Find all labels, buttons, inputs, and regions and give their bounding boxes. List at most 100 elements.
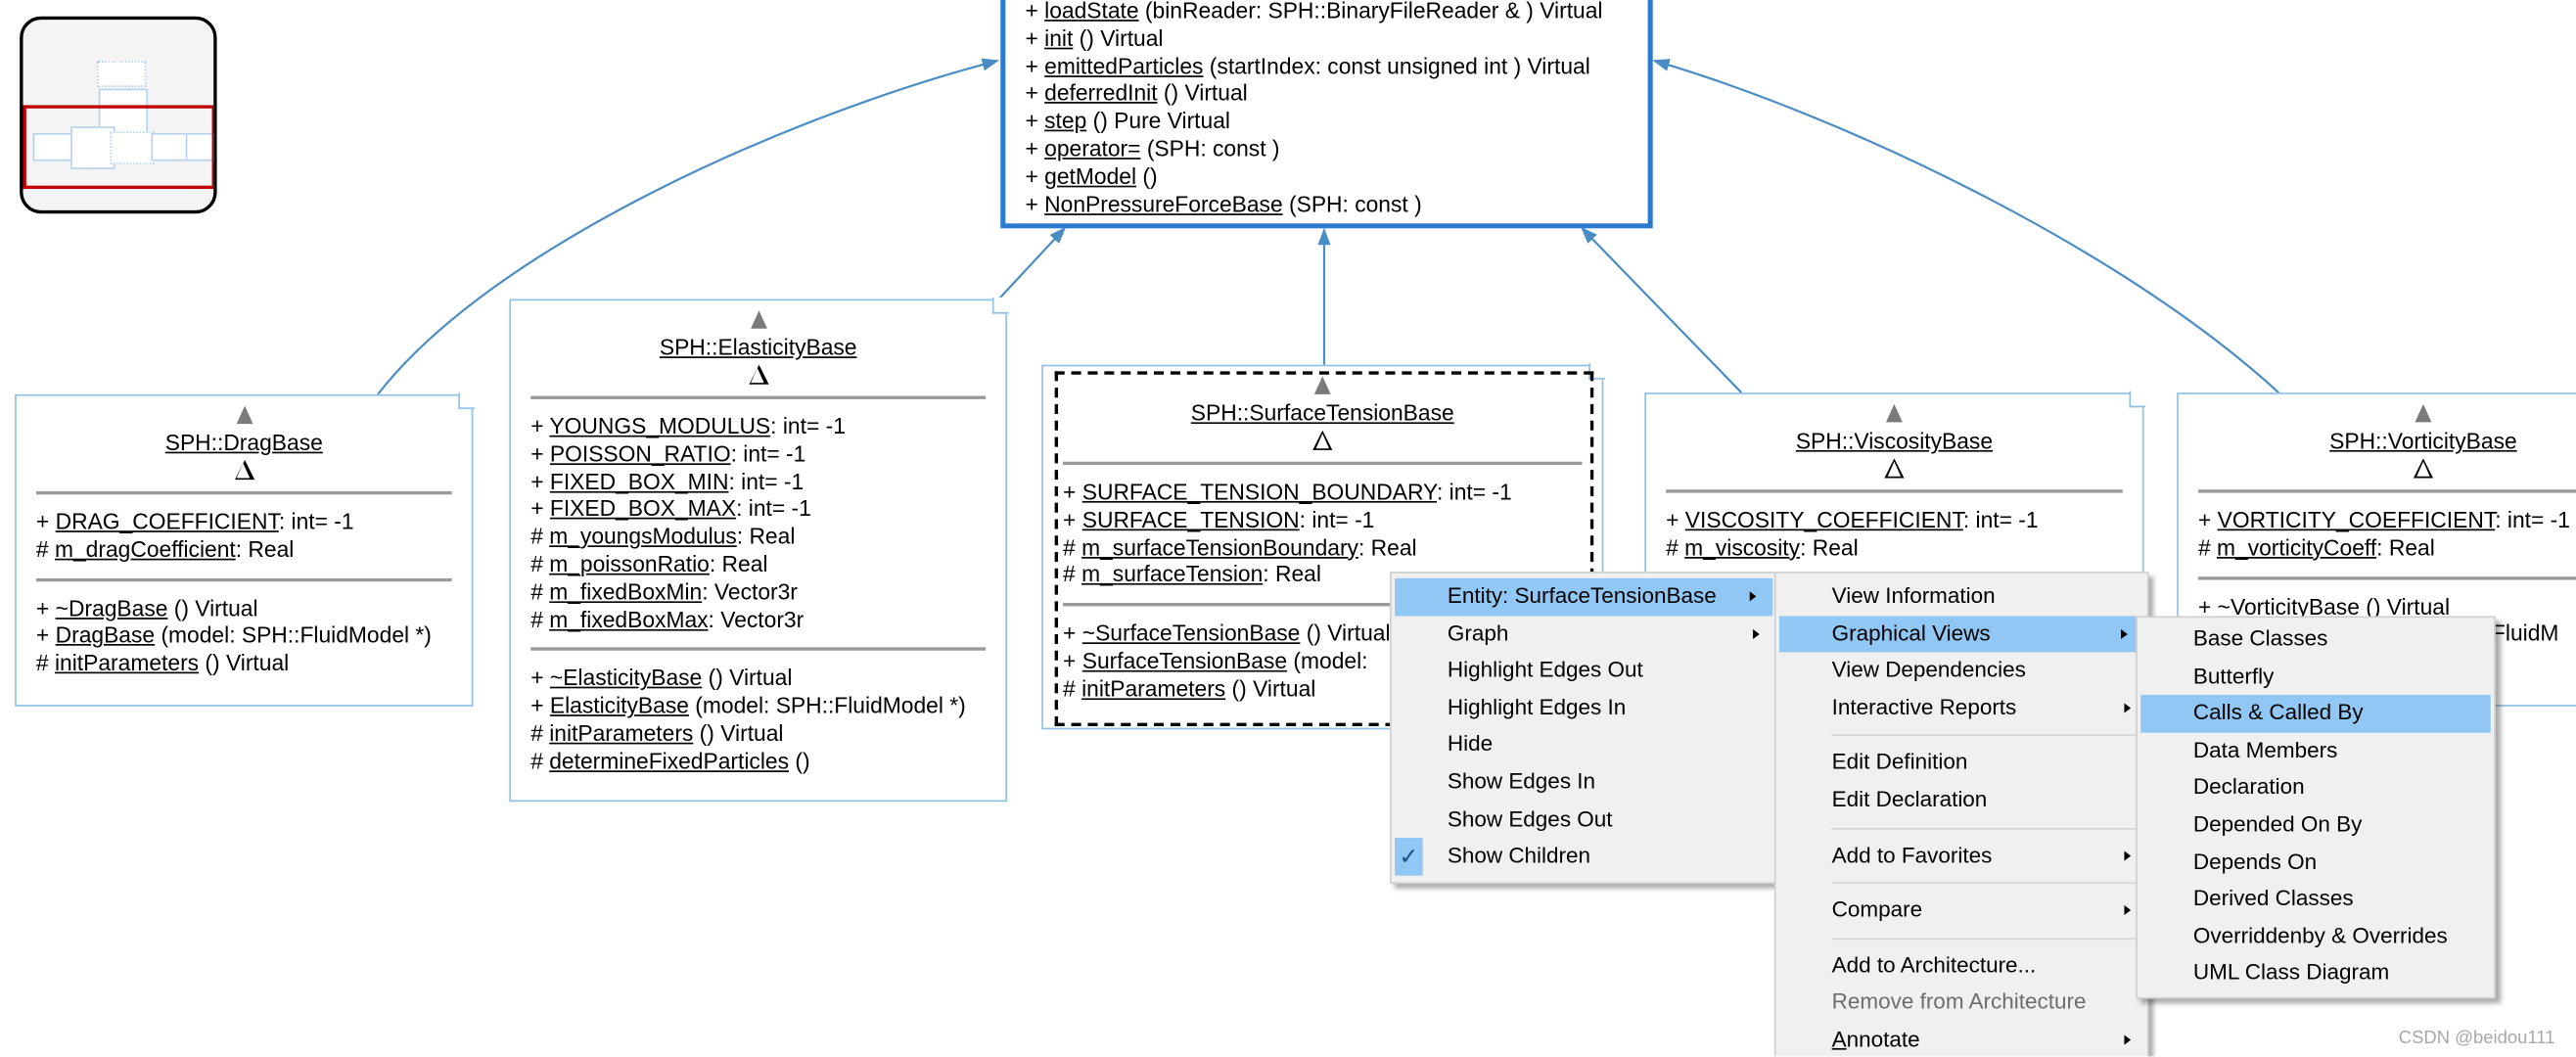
member-line[interactable]: + deferredInit () Virtual (1025, 81, 1628, 109)
member-line[interactable]: + FIXED_BOX_MAX: int= -1 (530, 497, 986, 525)
menu-item-butterfly[interactable]: Butterfly (2138, 658, 2494, 695)
visibility: + (1025, 80, 1038, 107)
menu-item-highlight-edges-out[interactable]: Highlight Edges Out (1392, 653, 1776, 690)
member-signature: () Virtual (1073, 25, 1164, 51)
menu-item-label: View Information (1831, 582, 1996, 609)
menu-item-depends-on[interactable]: Depends On (2138, 844, 2494, 881)
member-line[interactable]: + init () Virtual (1025, 26, 1628, 54)
member-line[interactable]: + ElasticityBase (model: SPH::FluidModel… (530, 694, 986, 721)
member-signature: () Pure Virtual (1086, 109, 1230, 134)
class-title[interactable]: SPH::DragBase (17, 429, 472, 458)
menu-item-annotate[interactable]: Annotate (1776, 1022, 2147, 1056)
menu-item-graphical-views[interactable]: Graphical Views (1778, 615, 2144, 653)
member-line[interactable]: # m_fixedBoxMax: Vector3r (530, 607, 986, 634)
member-line[interactable]: # m_dragCoefficient: Real (36, 537, 452, 565)
expand-children-icon[interactable] (1884, 458, 1905, 479)
menu-item-interactive-reports[interactable]: Interactive Reports (1776, 690, 2147, 727)
menu-item-highlight-edges-in[interactable]: Highlight Edges In (1392, 690, 1776, 727)
member-line[interactable]: + getModel () (1025, 163, 1628, 191)
member-line[interactable]: # m_poissonRatio: Real (530, 552, 986, 579)
menu-item-show-edges-out[interactable]: Show Edges Out (1392, 801, 1776, 838)
menu-item-entity-surfacetensionbase[interactable]: Entity: SurfaceTensionBase (1395, 577, 1773, 616)
member-line[interactable]: + loadState (binReader: SPH::BinaryFileR… (1025, 0, 1628, 26)
member-line[interactable]: # m_youngsModulus: Real (530, 525, 986, 552)
menu-item-edit-definition[interactable]: Edit Definition (1776, 745, 2147, 782)
member-line[interactable]: + POISSON_RATIO: int= -1 (530, 441, 986, 469)
menu-item-label: Show Children (1447, 843, 1591, 868)
expand-children-icon[interactable] (2413, 458, 2434, 479)
menu-item-declaration[interactable]: Declaration (2138, 769, 2494, 806)
edge-vorticity (1652, 59, 2279, 393)
member-line[interactable]: + FIXED_BOX_MIN: int= -1 (530, 469, 986, 496)
member-line[interactable]: # m_viscosity: Real (1666, 535, 2123, 563)
menu-item-graph[interactable]: Graph (1392, 616, 1776, 653)
class-title[interactable]: SPH::VorticityBase (2179, 427, 2576, 456)
expand-parents-icon[interactable] (1886, 403, 1903, 423)
visibility: + (1025, 109, 1038, 134)
visibility: + (530, 441, 544, 467)
member-name: ~ElasticityBase (549, 666, 703, 691)
menu-item-compare[interactable]: Compare (1776, 893, 2147, 930)
expand-parents-icon[interactable] (750, 310, 767, 329)
menu-item-add-to-favorites[interactable]: Add to Favorites (1776, 837, 2147, 874)
menu-separator (1831, 734, 2144, 737)
menu-item-edit-declaration[interactable]: Edit Declaration (1776, 782, 2147, 819)
menu-item-base-classes[interactable]: Base Classes (2138, 621, 2494, 659)
menu-item-view-information[interactable]: View Information (1776, 578, 2147, 616)
member-line[interactable]: + ~DragBase () Virtual (36, 596, 452, 623)
class-nonpressureforcebase[interactable]: + loadState (binReader: SPH::BinaryFileR… (1000, 0, 1653, 229)
menu-item-depended-on-by[interactable]: Depended On By (2138, 806, 2494, 844)
member-name: m_fixedBoxMin (549, 579, 703, 605)
minimap[interactable] (20, 16, 217, 214)
menu-item-hide[interactable]: Hide (1392, 727, 1776, 764)
member-line[interactable]: + YOUNGS_MODULUS: int= -1 (530, 414, 986, 441)
menu-item-derived-classes[interactable]: Derived Classes (2138, 881, 2494, 918)
expand-children-icon[interactable] (1312, 430, 1333, 450)
submenu-arrow-icon (2124, 850, 2132, 860)
member-line[interactable]: # determineFixedParticles () (530, 749, 986, 776)
attributes-section: + DRAG_COEFFICIENT: int= -1 # m_dragCoeff… (17, 494, 472, 577)
expand-parents-icon[interactable] (2415, 403, 2432, 423)
class-drag[interactable]: SPH::DragBase+ DRAG_COEFFICIENT: int= -1… (15, 392, 476, 707)
menu-item-calls-called-by[interactable]: Calls & Called By (2140, 695, 2491, 733)
member-line[interactable]: + DRAG_COEFFICIENT: int= -1 (36, 509, 452, 536)
member-line[interactable]: # m_fixedBoxMin: Vector3r (530, 579, 986, 607)
menu-item-overriddenby-overrides[interactable]: Overriddenby & Overrides (2138, 918, 2494, 955)
member-signature: (binReader: SPH::BinaryFileReader & ) Vi… (1138, 0, 1603, 23)
menu-item-data-members[interactable]: Data Members (2138, 732, 2494, 769)
menu-item-uml-class-diagram[interactable]: UML Class Diagram (2138, 955, 2494, 992)
member-signature: : int= -1 (278, 509, 354, 534)
class-title[interactable]: SPH::ViscosityBase (1646, 427, 2142, 456)
member-line[interactable]: + emittedParticles (startIndex: const un… (1025, 54, 1628, 81)
member-line[interactable]: + DragBase (model: SPH::FluidModel *) (36, 623, 452, 651)
menu-separator (1831, 882, 2144, 885)
menu-item-label: Compare (1831, 896, 1923, 922)
class-title[interactable]: SPH::ElasticityBase (511, 334, 1005, 363)
menu-item-view-dependencies[interactable]: View Dependencies (1776, 653, 2147, 690)
minimap-viewport[interactable] (23, 105, 214, 190)
member-line[interactable]: # m_vorticityCoeff: Real (2198, 535, 2576, 563)
menu-item-show-children[interactable]: ✓ Show Children (1392, 838, 1776, 876)
class-elasticity[interactable]: SPH::ElasticityBase+ YOUNGS_MODULUS: int… (509, 297, 1009, 803)
expand-parents-icon[interactable] (235, 405, 253, 425)
member-line[interactable]: + step () Pure Virtual (1025, 109, 1628, 136)
menu-item-add-to-architecture[interactable]: Add to Architecture... (1776, 947, 2147, 985)
member-line[interactable]: # initParameters () Virtual (36, 651, 452, 678)
member-line[interactable]: + NonPressureForceBase (SPH: const ) (1025, 192, 1628, 219)
menu-item-label: Highlight Edges Out (1447, 657, 1643, 682)
diagram-canvas[interactable]: + loadState (binReader: SPH::BinaryFileR… (0, 0, 2576, 1057)
visibility: + (530, 496, 544, 522)
submenu-arrow-icon (2124, 703, 2132, 713)
member-line[interactable]: + VISCOSITY_COEFFICIENT: int= -1 (1666, 508, 2123, 535)
member-line[interactable]: # initParameters () Virtual (530, 721, 986, 749)
member-name: VISCOSITY_COEFFICIENT (1684, 507, 1963, 532)
menu-item-label: Graph (1447, 620, 1509, 646)
member-line[interactable]: + ~ElasticityBase () Virtual (530, 666, 986, 693)
expand-children-icon[interactable] (234, 460, 254, 481)
menu-item-label: Overriddenby & Overrides (2192, 922, 2448, 948)
submenu-arrow-icon (1753, 628, 1760, 639)
member-line[interactable]: + VORTICITY_COEFFICIENT: int= -1 (2198, 508, 2576, 535)
expand-children-icon[interactable] (748, 364, 768, 385)
menu-item-show-edges-in[interactable]: Show Edges In (1392, 763, 1776, 801)
member-line[interactable]: + operator= (SPH: const ) (1025, 136, 1628, 163)
